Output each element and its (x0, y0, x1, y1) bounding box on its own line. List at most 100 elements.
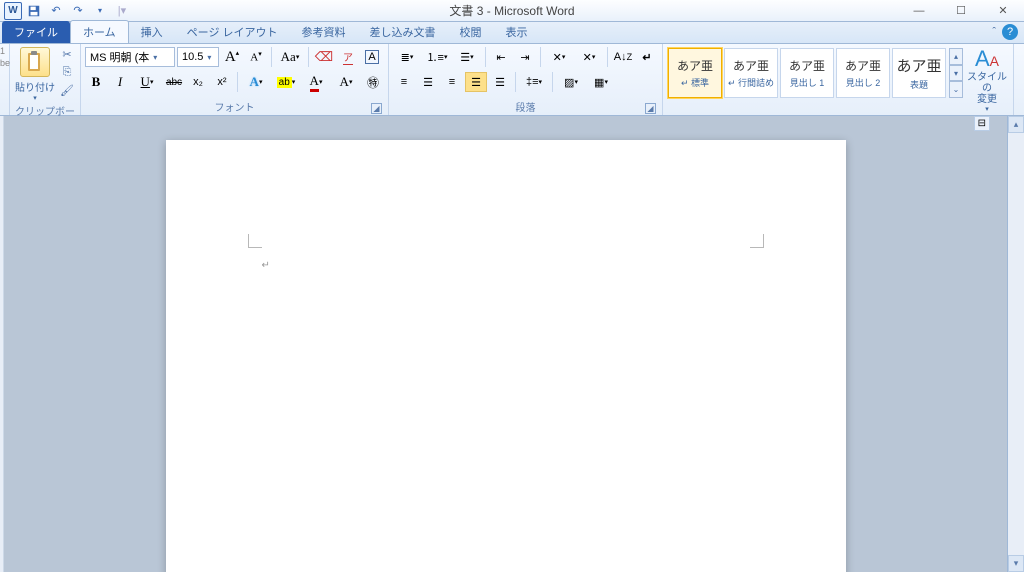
increase-indent-icon[interactable]: ⇥ (514, 47, 536, 67)
ribbon-minimize-icon[interactable]: ˆ (992, 26, 996, 38)
title-bar: W ↶ ↷ ▾ |▾ 文書 3 - Microsoft Word — ☐ ✕ (0, 0, 1024, 22)
qat-dropdown-icon[interactable]: ▾ (90, 2, 110, 20)
asian-layout-icon[interactable]: ✕▾ (575, 47, 603, 67)
shrink-font-icon[interactable]: A▾ (245, 47, 267, 67)
save-icon[interactable] (24, 2, 44, 20)
sort-icon[interactable]: A↓Z (612, 47, 634, 67)
cut-icon[interactable]: ✂ (58, 46, 76, 62)
style-gallery: あア亜↵ 標準 あア亜↵ 行間詰め あア亜見出し 1 あア亜見出し 2 あア亜表… (667, 46, 963, 100)
qat-sep-icon: |▾ (112, 2, 132, 20)
window-controls: — ☐ ✕ (898, 0, 1024, 22)
distribute-icon[interactable]: ☰ (489, 72, 511, 92)
group-styles: あア亜↵ 標準 あア亜↵ 行間詰め あア亜見出し 1 あア亜見出し 2 あア亜表… (663, 44, 1014, 115)
enclosed-char-icon[interactable]: ㊕ (362, 72, 384, 92)
paragraph-mark: ↵ (262, 260, 270, 271)
change-styles-label: スタイルの 変更 (965, 72, 1009, 105)
underline-button[interactable]: U▾ (133, 72, 161, 92)
ruler-toggle-icon[interactable]: ⊟ (974, 116, 990, 131)
font-launcher-icon[interactable]: ◢ (371, 103, 382, 114)
tab-view[interactable]: 表示 (494, 21, 540, 43)
paragraph-group-label: 段落 (516, 103, 536, 114)
font-name-combo[interactable]: MS 明朝 (本▾ (85, 47, 175, 67)
undo-icon[interactable]: ↶ (46, 2, 66, 20)
scroll-up-icon[interactable]: ▴ (1008, 116, 1024, 133)
font-group-label: フォント (215, 103, 255, 114)
grow-font-icon[interactable]: A▴ (221, 47, 243, 67)
word-app-icon[interactable]: W (4, 2, 22, 20)
align-left-icon[interactable]: ≡ (393, 72, 415, 92)
format-painter-icon[interactable]: 🖌 (58, 82, 76, 98)
multilevel-list-icon[interactable]: ☰▾ (453, 47, 481, 67)
paste-button[interactable]: 貼り付け ▾ (14, 46, 56, 102)
italic-button[interactable]: I (109, 72, 131, 92)
page[interactable]: ↵ (166, 140, 846, 572)
window-title: 文書 3 - Microsoft Word (449, 2, 574, 19)
tab-insert[interactable]: 挿入 (129, 21, 175, 43)
tab-mailings[interactable]: 差し込み文書 (358, 21, 448, 43)
change-styles-button[interactable]: AA スタイルの 変更 ▾ (965, 46, 1009, 113)
workspace: ⊟ ↵ ▴ ▾ (0, 116, 1024, 572)
style-normal[interactable]: あア亜↵ 標準 (668, 48, 722, 98)
gallery-more-icon[interactable]: ⌄ (949, 81, 963, 98)
change-styles-icon: AA (975, 46, 999, 72)
close-button[interactable]: ✕ (982, 0, 1024, 22)
bullets-icon[interactable]: ≣▾ (393, 47, 421, 67)
tab-home[interactable]: ホーム (70, 20, 129, 43)
numbering-icon[interactable]: ⒈≡▾ (423, 47, 451, 67)
gallery-down-icon[interactable]: ▾ (949, 65, 963, 82)
left-stub: 1 be (0, 44, 10, 115)
minimize-button[interactable]: — (898, 0, 940, 22)
redo-icon[interactable]: ↷ (68, 2, 88, 20)
paragraph-launcher-icon[interactable]: ◢ (645, 103, 656, 114)
tab-review[interactable]: 校閲 (448, 21, 494, 43)
text-effects-icon[interactable]: A▾ (242, 72, 270, 92)
superscript-button[interactable]: x² (211, 72, 233, 92)
group-clipboard: 貼り付け ▾ ✂ ⎘ 🖌 クリップボード◢ (10, 44, 81, 115)
char-shading-icon[interactable]: A▾ (332, 72, 360, 92)
align-right-icon[interactable]: ≡ (441, 72, 463, 92)
subscript-button[interactable]: x₂ (187, 72, 209, 92)
tab-references[interactable]: 参考資料 (290, 21, 358, 43)
vertical-scrollbar[interactable]: ▴ ▾ (1007, 116, 1024, 572)
margin-corner-left (248, 234, 262, 248)
shading-icon[interactable]: ▨▾ (557, 72, 585, 92)
highlight-icon[interactable]: ab▾ (272, 72, 300, 92)
font-name-value: MS 明朝 (本 (90, 49, 149, 65)
align-center-icon[interactable]: ☰ (417, 72, 439, 92)
style-heading1[interactable]: あア亜見出し 1 (780, 48, 834, 98)
maximize-button[interactable]: ☐ (940, 0, 982, 22)
change-case-icon[interactable]: Aa▾ (276, 47, 304, 67)
style-title[interactable]: あア亜表題 (892, 48, 946, 98)
scroll-down-icon[interactable]: ▾ (1008, 555, 1024, 572)
strikethrough-button[interactable]: abc (163, 72, 185, 92)
ribbon-tabs: ファイル ホーム 挿入 ページ レイアウト 参考資料 差し込み文書 校閲 表示 … (0, 22, 1024, 44)
scroll-track[interactable] (1008, 133, 1024, 555)
justify-icon[interactable]: ☰ (465, 72, 487, 92)
font-size-value: 10.5 (182, 51, 203, 63)
ribbon: 1 be 貼り付け ▾ ✂ ⎘ 🖌 クリップボード◢ MS 明朝 (本▾ 10.… (0, 44, 1024, 116)
text-direction-icon[interactable]: ✕▾ (545, 47, 573, 67)
copy-icon[interactable]: ⎘ (58, 64, 76, 80)
style-heading2[interactable]: あア亜見出し 2 (836, 48, 890, 98)
quick-access-toolbar: W ↶ ↷ ▾ |▾ (0, 2, 136, 20)
tab-file[interactable]: ファイル (2, 21, 70, 43)
line-spacing-icon[interactable]: ‡≡▾ (520, 72, 548, 92)
document-area[interactable]: ⊟ ↵ (4, 116, 1007, 572)
borders-icon[interactable]: ▦▾ (587, 72, 615, 92)
show-marks-icon[interactable]: ↵ (636, 47, 658, 67)
tab-page-layout[interactable]: ページ レイアウト (175, 21, 290, 43)
group-editing: 🔍検索▾ ab置換 ↖選択▾ 編集 (1014, 44, 1024, 115)
phonetic-guide-icon[interactable]: ア (337, 47, 359, 67)
decrease-indent-icon[interactable]: ⇤ (490, 47, 512, 67)
help-icon[interactable]: ? (1002, 24, 1018, 40)
bold-button[interactable]: B (85, 72, 107, 92)
font-color-icon[interactable]: A▾ (302, 72, 330, 92)
group-font: MS 明朝 (本▾ 10.5▾ A▴ A▾ Aa▾ ⌫ ア A B I U▾ a… (81, 44, 389, 115)
paste-label: 貼り付け (15, 79, 55, 94)
style-gallery-scroll: ▴ ▾ ⌄ (949, 48, 963, 98)
font-size-combo[interactable]: 10.5▾ (177, 47, 219, 67)
gallery-up-icon[interactable]: ▴ (949, 48, 963, 65)
style-no-spacing[interactable]: あア亜↵ 行間詰め (724, 48, 778, 98)
clear-formatting-icon[interactable]: ⌫ (313, 47, 335, 67)
char-border-icon[interactable]: A (361, 47, 383, 67)
